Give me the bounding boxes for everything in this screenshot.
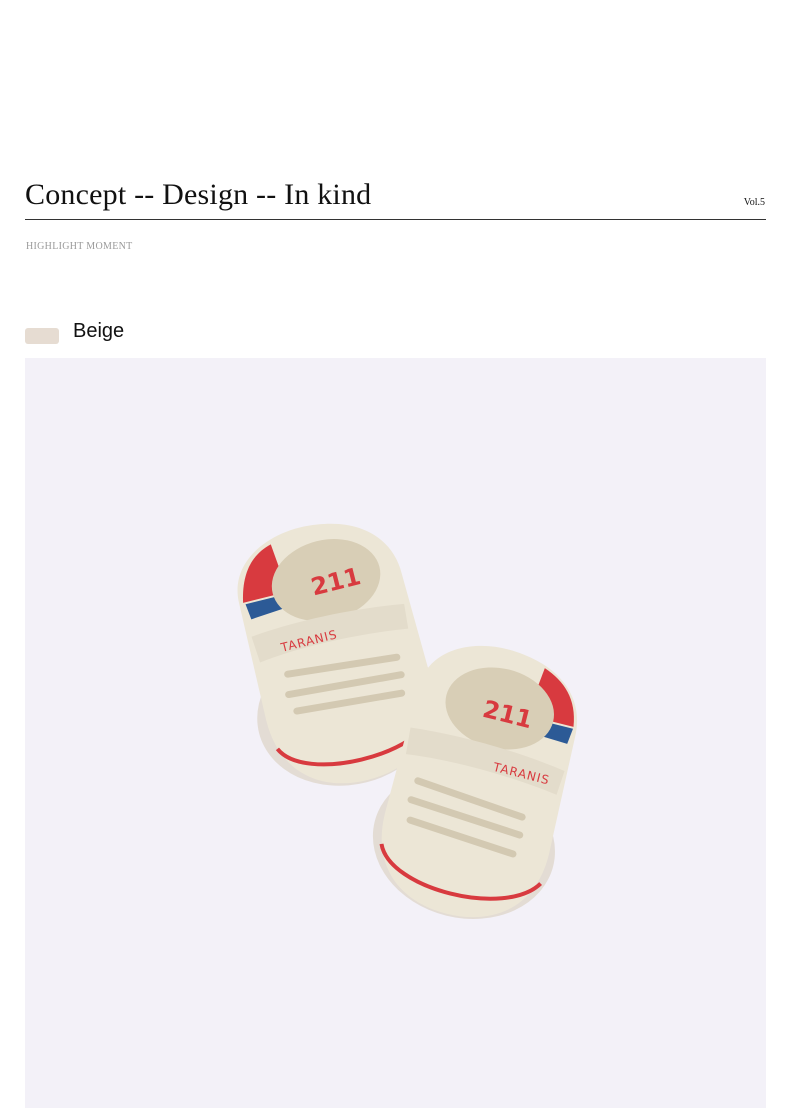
color-swatch[interactable] <box>25 328 59 344</box>
section-subtitle: HIGHLIGHT MOMENT <box>26 241 133 252</box>
product-photo: 211 TARANIS 211 TARANIS <box>25 358 766 1108</box>
page-title: Concept -- Design -- In kind <box>25 178 372 211</box>
title-divider <box>25 219 766 220</box>
volume-label: Vol.5 <box>743 197 765 208</box>
color-name-label: Beige <box>73 320 125 342</box>
